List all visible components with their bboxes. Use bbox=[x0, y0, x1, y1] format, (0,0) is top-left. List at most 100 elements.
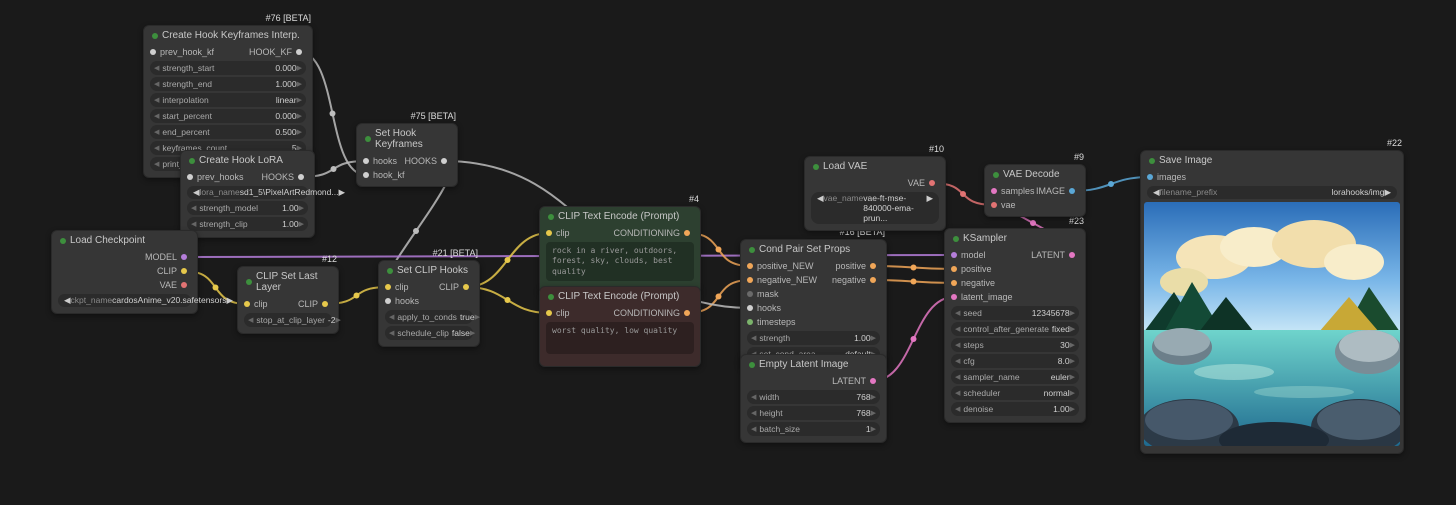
chevron-right-icon[interactable]: ▶ bbox=[1070, 325, 1075, 333]
port-hooks[interactable] bbox=[363, 158, 369, 164]
node-title[interactable]: Set CLIP Hooks bbox=[379, 261, 479, 280]
prompt-textarea[interactable]: rock in a river, outdoors, forest, sky, … bbox=[546, 242, 694, 281]
port-VAE[interactable] bbox=[181, 282, 187, 288]
chevron-left-icon[interactable]: ◀ bbox=[154, 96, 159, 104]
chevron-right-icon[interactable]: ▶ bbox=[1070, 405, 1075, 413]
node-title[interactable]: Save Image bbox=[1141, 151, 1403, 170]
widget-strength[interactable]: ◀strength1.00▶ bbox=[747, 331, 880, 345]
port-MODEL[interactable] bbox=[181, 254, 187, 260]
port-clip[interactable] bbox=[546, 310, 552, 316]
node-title[interactable]: CLIP Text Encode (Prompt) bbox=[540, 287, 700, 306]
chevron-left-icon[interactable]: ◀ bbox=[751, 393, 756, 401]
chevron-right-icon[interactable]: ▶ bbox=[299, 220, 304, 228]
port-VAE[interactable] bbox=[929, 180, 935, 186]
chevron-right-icon[interactable]: ▶ bbox=[226, 295, 233, 306]
chevron-right-icon[interactable]: ▶ bbox=[1070, 373, 1075, 381]
chevron-right-icon[interactable]: ▶ bbox=[871, 393, 876, 401]
node-vaedec[interactable]: VAE DecodesamplesIMAGEvae bbox=[984, 164, 1086, 217]
node-sethooks[interactable]: Set CLIP HooksclipCLIPhooks◀apply_to_con… bbox=[378, 260, 480, 347]
chevron-left-icon[interactable]: ◀ bbox=[191, 220, 196, 228]
field-vae_name[interactable]: ◀vae_namevae-ft-mse-840000-ema-prun...▶ bbox=[811, 192, 939, 224]
port-HOOKS[interactable] bbox=[298, 174, 304, 180]
port-CLIP[interactable] bbox=[181, 268, 187, 274]
chevron-left-icon[interactable]: ◀ bbox=[389, 313, 394, 321]
chevron-left-icon[interactable]: ◀ bbox=[955, 357, 960, 365]
port-prev_hooks[interactable] bbox=[187, 174, 193, 180]
port-hooks[interactable] bbox=[747, 305, 753, 311]
port-HOOKS[interactable] bbox=[441, 158, 447, 164]
chevron-left-icon[interactable]: ◀ bbox=[751, 334, 756, 342]
chevron-right-icon[interactable]: ▶ bbox=[1070, 341, 1075, 349]
widget-interpolation[interactable]: ◀interpolationlinear▶ bbox=[150, 93, 306, 107]
chevron-right-icon[interactable]: ▶ bbox=[871, 409, 876, 417]
node-title[interactable]: VAE Decode bbox=[985, 165, 1085, 184]
node-empty[interactable]: Empty Latent ImageLATENT◀width768▶◀heigh… bbox=[740, 354, 887, 443]
chevron-right-icon[interactable]: ▶ bbox=[871, 334, 876, 342]
port-positive_NEW[interactable] bbox=[747, 263, 753, 269]
chevron-left-icon[interactable]: ◀ bbox=[154, 64, 159, 72]
port-LATENT[interactable] bbox=[870, 378, 876, 384]
port-latent_image[interactable] bbox=[951, 294, 957, 300]
port-LATENT[interactable] bbox=[1069, 252, 1075, 258]
chevron-left-icon[interactable]: ◀ bbox=[154, 80, 159, 88]
chevron-right-icon[interactable]: ▶ bbox=[335, 316, 340, 324]
port-images[interactable] bbox=[1147, 174, 1153, 180]
widget-strength_end[interactable]: ◀strength_end1.000▶ bbox=[150, 77, 306, 91]
widget-apply_to_conds[interactable]: ◀apply_to_condstrue▶ bbox=[385, 310, 473, 324]
widget-strength_start[interactable]: ◀strength_start0.000▶ bbox=[150, 61, 306, 75]
port-clip[interactable] bbox=[244, 301, 250, 307]
port-CONDITIONING[interactable] bbox=[684, 310, 690, 316]
chevron-left-icon[interactable]: ◀ bbox=[248, 316, 253, 324]
widget-width[interactable]: ◀width768▶ bbox=[747, 390, 880, 404]
chevron-right-icon[interactable]: ▶ bbox=[297, 80, 302, 88]
chevron-left-icon[interactable]: ◀ bbox=[955, 373, 960, 381]
node-title[interactable]: Create Hook LoRA bbox=[181, 151, 314, 170]
node-neg[interactable]: CLIP Text Encode (Prompt)clipCONDITIONIN… bbox=[539, 286, 701, 367]
chevron-right-icon[interactable]: ▶ bbox=[1384, 187, 1391, 198]
chevron-right-icon[interactable]: ▶ bbox=[299, 204, 304, 212]
chevron-right-icon[interactable]: ▶ bbox=[1070, 389, 1075, 397]
chevron-right-icon[interactable]: ▶ bbox=[1070, 357, 1075, 365]
chevron-left-icon[interactable]: ◀ bbox=[955, 341, 960, 349]
port-timesteps[interactable] bbox=[747, 319, 753, 325]
widget-height[interactable]: ◀height768▶ bbox=[747, 406, 880, 420]
widget-cfg[interactable]: ◀cfg8.0▶ bbox=[951, 354, 1079, 368]
node-ckpt[interactable]: Load CheckpointMODELCLIPVAE◀ckpt_namecar… bbox=[51, 230, 198, 314]
port-clip[interactable] bbox=[546, 230, 552, 236]
widget-steps[interactable]: ◀steps30▶ bbox=[951, 338, 1079, 352]
widget-strength_model[interactable]: ◀strength_model1.00▶ bbox=[187, 201, 308, 215]
chevron-left-icon[interactable]: ◀ bbox=[154, 160, 159, 168]
chevron-left-icon[interactable]: ◀ bbox=[191, 204, 196, 212]
port-model[interactable] bbox=[951, 252, 957, 258]
chevron-left-icon[interactable]: ◀ bbox=[154, 144, 159, 152]
port-HOOK_KF[interactable] bbox=[296, 49, 302, 55]
widget-denoise[interactable]: ◀denoise1.00▶ bbox=[951, 402, 1079, 416]
chevron-right-icon[interactable]: ▶ bbox=[297, 128, 302, 136]
node-title[interactable]: Cond Pair Set Props bbox=[741, 240, 886, 259]
chevron-right-icon[interactable]: ▶ bbox=[338, 187, 345, 198]
field-ckpt_name[interactable]: ◀ckpt_namecardosAnime_v20.safetensors▶ bbox=[58, 294, 191, 307]
port-CLIP[interactable] bbox=[322, 301, 328, 307]
node-save[interactable]: Save Imageimages◀filename_prefixlorahook… bbox=[1140, 150, 1404, 454]
chevron-left-icon[interactable]: ◀ bbox=[955, 405, 960, 413]
node-title[interactable]: CLIP Text Encode (Prompt) bbox=[540, 207, 700, 226]
widget-start_percent[interactable]: ◀start_percent0.000▶ bbox=[150, 109, 306, 123]
port-hooks[interactable] bbox=[385, 298, 391, 304]
widget-schedule_clip[interactable]: ◀schedule_clipfalse▶ bbox=[385, 326, 473, 340]
chevron-left-icon[interactable]: ◀ bbox=[955, 309, 960, 317]
node-title[interactable]: CLIP Set Last Layer bbox=[238, 267, 338, 297]
port-CLIP[interactable] bbox=[463, 284, 469, 290]
widget-sampler_name[interactable]: ◀sampler_nameeuler▶ bbox=[951, 370, 1079, 384]
node-lora[interactable]: Create Hook LoRAprev_hooksHOOKS◀lora_nam… bbox=[180, 150, 315, 238]
field-lora_name[interactable]: ◀lora_namesd1_5\PixelArtRedmond...▶ bbox=[187, 186, 308, 199]
port-samples[interactable] bbox=[991, 188, 997, 194]
chevron-left-icon[interactable]: ◀ bbox=[955, 389, 960, 397]
chevron-left-icon[interactable]: ◀ bbox=[154, 112, 159, 120]
chevron-left-icon[interactable]: ◀ bbox=[751, 409, 756, 417]
chevron-right-icon[interactable]: ▶ bbox=[475, 313, 480, 321]
node-title[interactable]: Create Hook Keyframes Interp. bbox=[144, 26, 312, 45]
node-ksampler[interactable]: KSamplermodelLATENTpositivenegativelaten… bbox=[944, 228, 1086, 423]
port-hook_kf[interactable] bbox=[363, 172, 369, 178]
node-title[interactable]: Empty Latent Image bbox=[741, 355, 886, 374]
node-title[interactable]: Set Hook Keyframes bbox=[357, 124, 457, 154]
